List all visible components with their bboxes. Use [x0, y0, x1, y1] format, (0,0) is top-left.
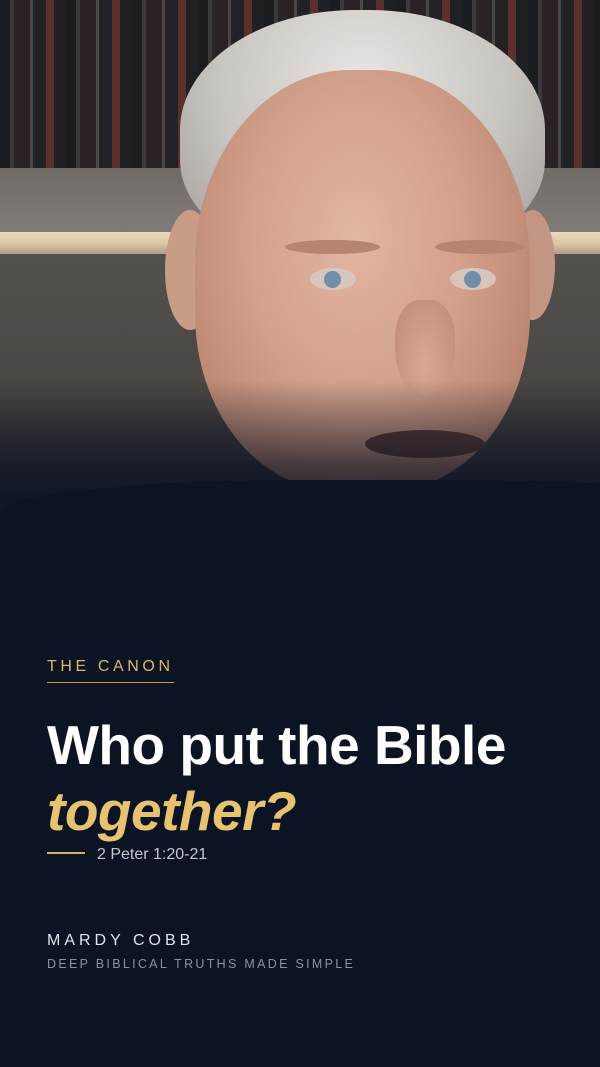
reference-divider	[47, 852, 85, 854]
photo-gradient-fade	[0, 380, 600, 540]
speaker-photo	[0, 0, 600, 540]
headline-line-1: Who put the Bible	[47, 714, 506, 776]
speaker-eye-left	[310, 268, 356, 290]
scripture-reference: 2 Peter 1:20-21	[97, 846, 208, 863]
topic-eyebrow: THE CANON	[47, 658, 174, 683]
social-card: THE CANON Who put the Bible together? 2 …	[0, 0, 600, 1067]
speaker-eye-right	[450, 268, 496, 290]
headline-line-2-accent: together?	[47, 780, 297, 842]
speaker-brow-left	[285, 240, 380, 254]
headline: Who put the Bible together?	[47, 712, 506, 844]
author-name: MARDY COBB	[47, 932, 195, 949]
author-tagline: DEEP BIBLICAL TRUTHS MADE SIMPLE	[47, 957, 356, 971]
speaker-brow-right	[435, 240, 525, 254]
